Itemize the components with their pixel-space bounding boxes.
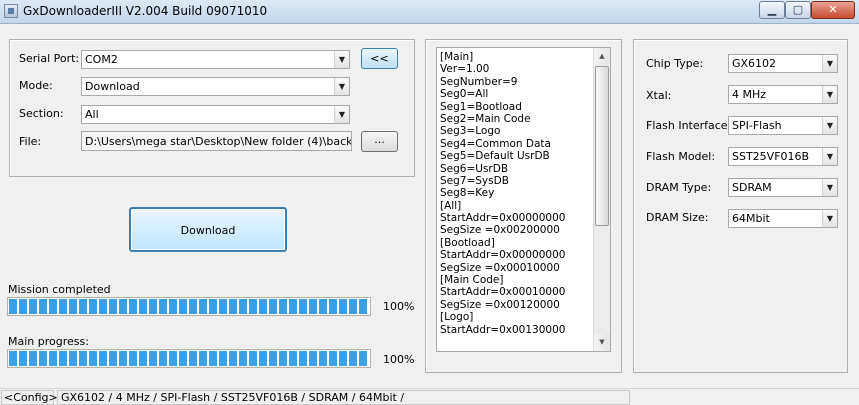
config-line: SegSize =0x00010000: [440, 261, 560, 274]
mission-progress-percent: 100%: [383, 300, 415, 313]
minimize-button[interactable]: ▁: [759, 1, 785, 19]
main-progress-label: Main progress:: [8, 335, 89, 348]
config-line: Seg8=Key: [440, 187, 495, 200]
chevron-down-icon[interactable]: ▼: [822, 55, 837, 72]
config-lines: [Main] Ver=1.00 SegNumber=9 Seg0=All Seg1=Bo…: [440, 51, 594, 336]
file-path-field[interactable]: D:\Users\mega star\Desktop\New folder (4…: [81, 131, 352, 151]
mission-progress-fill: [9, 299, 369, 314]
config-line: StartAddr=0x00000000: [440, 212, 566, 225]
config-line: Seg5=Default UsrDB: [440, 150, 550, 163]
file-label: File:: [19, 135, 42, 148]
config-line: [Logo]: [440, 311, 474, 324]
chevron-down-icon[interactable]: ▼: [822, 117, 837, 134]
flash-interface-label: Flash Interface:: [646, 119, 732, 132]
maximize-button[interactable]: ▢: [785, 1, 811, 19]
download-button[interactable]: Download: [129, 207, 287, 252]
config-line: Seg1=Bootload: [440, 100, 522, 113]
dram-type-select[interactable]: SDRAM ▼: [728, 178, 838, 197]
section-select[interactable]: All ▼: [81, 105, 350, 124]
chevron-down-icon[interactable]: ▼: [822, 210, 837, 227]
xtal-label: Xtal:: [646, 89, 672, 102]
config-line: Seg3=Logo: [440, 125, 501, 138]
config-line: [Main]: [440, 51, 474, 63]
config-line: Ver=1.00: [440, 63, 490, 76]
dram-size-label: DRAM Size:: [646, 211, 709, 224]
config-line: StartAddr=0x00010000: [440, 286, 566, 299]
serial-port-label: Serial Port:: [19, 52, 80, 65]
chevron-down-icon[interactable]: ▼: [334, 78, 349, 95]
section-label: Section:: [19, 107, 64, 120]
dram-size-select[interactable]: 64Mbit ▼: [728, 209, 838, 228]
chevron-down-icon[interactable]: ▼: [334, 51, 349, 68]
mission-progress-label: Mission completed: [8, 283, 111, 296]
config-line: Seg0=All: [440, 88, 489, 101]
chevron-down-icon[interactable]: ▼: [822, 179, 837, 196]
main-progress-bar: [7, 349, 371, 368]
dram-type-label: DRAM Type:: [646, 181, 712, 194]
config-line: SegSize =0x00200000: [440, 224, 560, 237]
flash-model-label: Flash Model:: [646, 150, 716, 163]
config-line: Seg2=Main Code: [440, 112, 531, 125]
scroll-up-icon[interactable]: ▲: [594, 48, 610, 65]
main-progress-fill: [9, 351, 369, 366]
serial-port-select[interactable]: COM2 ▼: [81, 50, 350, 69]
app-icon: [4, 4, 18, 18]
status-config-tab[interactable]: <Config>: [1, 390, 58, 405]
chevron-down-icon[interactable]: ▼: [822, 86, 837, 103]
swap-button[interactable]: <<: [361, 48, 398, 69]
config-line: [Main Code]: [440, 274, 504, 287]
chip-type-label: Chip Type:: [646, 57, 704, 70]
scroll-down-icon[interactable]: ▼: [594, 334, 610, 351]
chip-type-select[interactable]: GX6102 ▼: [728, 54, 838, 73]
mode-select[interactable]: Download ▼: [81, 77, 350, 96]
window-title: GxDownloaderIII V2.004 Build 09071010: [23, 4, 268, 18]
scroll-thumb[interactable]: [595, 66, 609, 226]
config-line: SegSize =0x00120000: [440, 298, 560, 311]
flash-interface-select[interactable]: SPI-Flash ▼: [728, 116, 838, 135]
mission-progress-bar: [7, 297, 371, 316]
flash-model-select[interactable]: SST25VF016B ▼: [728, 147, 838, 166]
config-line: [All]: [440, 199, 462, 212]
title-bar[interactable]: GxDownloaderIII V2.004 Build 09071010 ▁ …: [0, 0, 859, 24]
main-progress-percent: 100%: [383, 353, 415, 366]
config-listbox[interactable]: [Main] Ver=1.00 SegNumber=9 Seg0=All Seg1=Bo…: [436, 47, 611, 352]
mode-label: Mode:: [19, 79, 53, 92]
config-line: SegNumber=9: [440, 75, 518, 88]
status-bar: <Config> GX6102 / 4 MHz / SPI-Flash / SS…: [0, 388, 859, 405]
browse-button[interactable]: ...: [361, 131, 398, 152]
chevron-down-icon[interactable]: ▼: [822, 148, 837, 165]
chevron-down-icon[interactable]: ▼: [334, 106, 349, 123]
close-button[interactable]: ✕: [811, 1, 855, 19]
config-line: StartAddr=0x00130000: [440, 323, 566, 336]
config-line: Seg4=Common Data: [440, 137, 551, 150]
config-line: Seg6=UsrDB: [440, 162, 509, 175]
config-line: Seg7=SysDB: [440, 174, 509, 187]
xtal-select[interactable]: 4 MHz ▼: [728, 85, 838, 104]
vertical-scrollbar[interactable]: ▲ ▼: [593, 48, 610, 351]
config-line: [Bootload]: [440, 236, 495, 249]
config-line: StartAddr=0x00000000: [440, 249, 566, 262]
status-summary: GX6102 / 4 MHz / SPI-Flash / SST25VF016B…: [57, 390, 630, 405]
